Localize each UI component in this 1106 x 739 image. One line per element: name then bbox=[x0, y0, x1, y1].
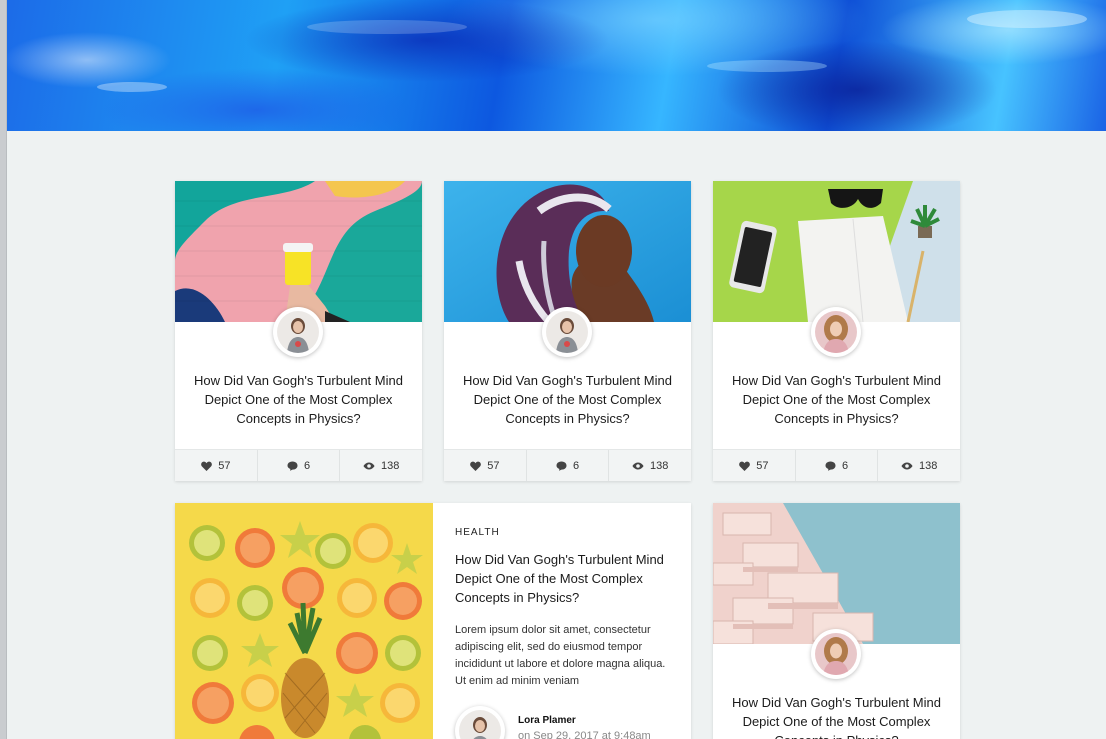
author-avatar[interactable] bbox=[811, 629, 861, 679]
post-image-citrus-fruits[interactable] bbox=[175, 503, 433, 739]
eye-icon bbox=[363, 462, 375, 469]
comment-icon bbox=[825, 461, 836, 471]
eye-icon bbox=[901, 462, 913, 469]
comments-stat[interactable]: 6 bbox=[796, 450, 879, 481]
post-card[interactable]: How Did Van Gogh's Turbulent Mind Depict… bbox=[175, 181, 422, 481]
author-name[interactable]: Lora Plamer bbox=[518, 715, 576, 726]
comments-count: 6 bbox=[841, 459, 849, 472]
likes-stat[interactable]: 57 bbox=[713, 450, 796, 481]
hero-banner-image bbox=[7, 0, 1106, 131]
author-avatar[interactable] bbox=[273, 307, 323, 357]
comments-stat[interactable]: 6 bbox=[527, 450, 610, 481]
views-count: 138 bbox=[381, 459, 400, 472]
post-image-pink-boxes[interactable] bbox=[713, 503, 960, 644]
post-title[interactable]: How Did Van Gogh's Turbulent Mind Depict… bbox=[444, 371, 691, 428]
likes-stat[interactable]: 57 bbox=[444, 450, 527, 481]
author-avatar[interactable] bbox=[542, 307, 592, 357]
post-card[interactable]: How Did Van Gogh's Turbulent Mind Depict… bbox=[713, 503, 960, 739]
views-count: 138 bbox=[650, 459, 669, 472]
views-count: 138 bbox=[919, 459, 938, 472]
views-stat[interactable]: 138 bbox=[878, 450, 960, 481]
eye-icon bbox=[632, 462, 644, 469]
author-avatar[interactable] bbox=[455, 706, 505, 739]
likes-count: 57 bbox=[756, 459, 769, 472]
page: How Did Van Gogh's Turbulent Mind Depict… bbox=[6, 0, 1106, 739]
featured-post-card[interactable]: HEALTH How Did Van Gogh's Turbulent Mind… bbox=[175, 503, 691, 739]
likes-count: 57 bbox=[218, 459, 231, 472]
post-stats: 57 6 138 bbox=[444, 449, 691, 481]
post-title[interactable]: How Did Van Gogh's Turbulent Mind Depict… bbox=[175, 371, 422, 428]
comment-icon bbox=[556, 461, 567, 471]
featured-post-title[interactable]: How Did Van Gogh's Turbulent Mind Depict… bbox=[455, 550, 675, 607]
post-image-coffee-wall[interactable] bbox=[175, 181, 422, 322]
post-category[interactable]: HEALTH bbox=[455, 527, 500, 538]
post-card[interactable]: How Did Van Gogh's Turbulent Mind Depict… bbox=[713, 181, 960, 481]
heart-icon bbox=[739, 461, 751, 471]
post-card[interactable]: How Did Van Gogh's Turbulent Mind Depict… bbox=[444, 181, 691, 481]
post-title[interactable]: How Did Van Gogh's Turbulent Mind Depict… bbox=[713, 693, 960, 739]
comments-stat[interactable]: 6 bbox=[258, 450, 341, 481]
comments-count: 6 bbox=[303, 459, 311, 472]
comment-icon bbox=[287, 461, 298, 471]
post-image-woman-headscarf[interactable] bbox=[444, 181, 691, 322]
post-title[interactable]: How Did Van Gogh's Turbulent Mind Depict… bbox=[713, 371, 960, 428]
post-stats: 57 6 138 bbox=[175, 449, 422, 481]
likes-stat[interactable]: 57 bbox=[175, 450, 258, 481]
post-image-desk-flatlay[interactable] bbox=[713, 181, 960, 322]
comments-count: 6 bbox=[572, 459, 580, 472]
author-avatar[interactable] bbox=[811, 307, 861, 357]
post-date: on Sep 29, 2017 at 9:48am bbox=[518, 730, 651, 739]
views-stat[interactable]: 138 bbox=[340, 450, 422, 481]
post-stats: 57 6 138 bbox=[713, 449, 960, 481]
views-stat[interactable]: 138 bbox=[609, 450, 691, 481]
heart-icon bbox=[201, 461, 213, 471]
post-excerpt: Lorem ipsum dolor sit amet, consectetur … bbox=[455, 624, 666, 687]
likes-count: 57 bbox=[487, 459, 500, 472]
heart-icon bbox=[470, 461, 482, 471]
